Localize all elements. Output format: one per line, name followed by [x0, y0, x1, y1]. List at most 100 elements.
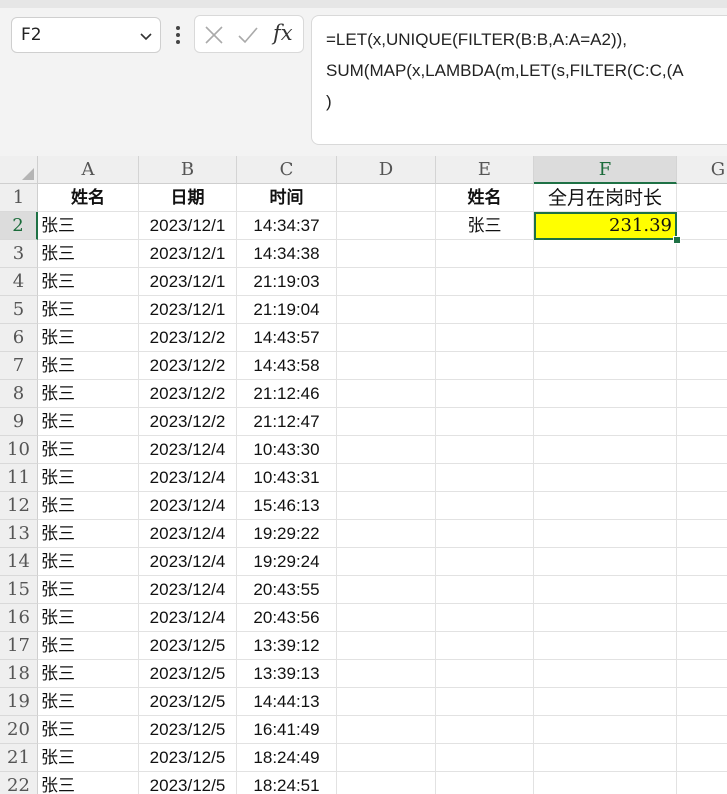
cell[interactable] [677, 240, 727, 268]
row-header-12[interactable]: 12 [0, 492, 38, 520]
cell[interactable] [534, 520, 677, 548]
date-cell[interactable]: 2023/12/4 [139, 548, 237, 576]
cell[interactable] [436, 632, 534, 660]
cell[interactable] [534, 296, 677, 324]
row-header-14[interactable]: 14 [0, 548, 38, 576]
date-cell[interactable]: 2023/12/4 [139, 604, 237, 632]
cell[interactable] [436, 324, 534, 352]
row-header-8[interactable]: 8 [0, 380, 38, 408]
cell[interactable] [337, 464, 436, 492]
cell[interactable] [436, 268, 534, 296]
row-header-1[interactable]: 1 [0, 184, 38, 212]
cell[interactable] [436, 716, 534, 744]
time-cell[interactable]: 18:24:51 [237, 772, 337, 794]
column-header-f[interactable]: F [534, 156, 677, 184]
name-cell[interactable]: 张三 [38, 408, 139, 436]
date-cell[interactable]: 2023/12/5 [139, 772, 237, 794]
cell[interactable] [337, 268, 436, 296]
time-cell[interactable]: 20:43:56 [237, 604, 337, 632]
fill-handle[interactable] [673, 236, 681, 244]
time-cell[interactable]: 10:43:30 [237, 436, 337, 464]
row-header-10[interactable]: 10 [0, 436, 38, 464]
time-cell[interactable]: 14:34:37 [237, 212, 337, 240]
cell[interactable] [534, 408, 677, 436]
cell[interactable] [337, 520, 436, 548]
cell[interactable] [677, 744, 727, 772]
cell[interactable] [677, 408, 727, 436]
time-cell[interactable]: 14:43:57 [237, 324, 337, 352]
time-cell[interactable]: 13:39:13 [237, 660, 337, 688]
name-cell[interactable]: 张三 [38, 716, 139, 744]
cell[interactable] [534, 772, 677, 794]
cell[interactable] [677, 464, 727, 492]
cell[interactable] [337, 576, 436, 604]
date-cell[interactable]: 2023/12/5 [139, 632, 237, 660]
time-cell[interactable]: 14:43:58 [237, 352, 337, 380]
date-cell[interactable]: 2023/12/1 [139, 268, 237, 296]
summary-header-total-cell[interactable]: 全月在岗时长 [534, 184, 677, 212]
cell[interactable] [534, 324, 677, 352]
time-cell[interactable]: 21:19:04 [237, 296, 337, 324]
cell[interactable] [534, 688, 677, 716]
row-header-17[interactable]: 17 [0, 632, 38, 660]
cell[interactable] [436, 408, 534, 436]
cell[interactable] [677, 212, 727, 240]
cell[interactable] [436, 604, 534, 632]
name-cell[interactable]: 张三 [38, 296, 139, 324]
cell[interactable] [534, 240, 677, 268]
name-cell[interactable]: 张三 [38, 268, 139, 296]
cell[interactable] [436, 352, 534, 380]
enter-check-icon[interactable] [237, 25, 259, 45]
cell[interactable] [677, 604, 727, 632]
name-cell[interactable]: 张三 [38, 212, 139, 240]
column-header-a[interactable]: A [38, 156, 139, 184]
row-header-21[interactable]: 21 [0, 744, 38, 772]
cell[interactable] [337, 408, 436, 436]
cell[interactable] [677, 716, 727, 744]
row-header-19[interactable]: 19 [0, 688, 38, 716]
cell[interactable] [677, 688, 727, 716]
cell[interactable] [677, 268, 727, 296]
header-date-cell[interactable]: 日期 [139, 184, 237, 212]
cell[interactable] [337, 660, 436, 688]
time-cell[interactable]: 20:43:55 [237, 576, 337, 604]
time-cell[interactable]: 15:46:13 [237, 492, 337, 520]
cell[interactable] [677, 380, 727, 408]
date-cell[interactable]: 2023/12/2 [139, 380, 237, 408]
row-header-15[interactable]: 15 [0, 576, 38, 604]
cell[interactable] [436, 492, 534, 520]
cell[interactable] [436, 436, 534, 464]
cell[interactable] [337, 296, 436, 324]
row-header-6[interactable]: 6 [0, 324, 38, 352]
cell[interactable] [677, 492, 727, 520]
cell[interactable] [534, 352, 677, 380]
cell[interactable] [534, 436, 677, 464]
cell[interactable] [677, 352, 727, 380]
cell[interactable] [677, 632, 727, 660]
cell[interactable] [337, 548, 436, 576]
time-cell[interactable]: 19:29:22 [237, 520, 337, 548]
cell[interactable] [436, 520, 534, 548]
row-header-13[interactable]: 13 [0, 520, 38, 548]
cell[interactable] [436, 688, 534, 716]
cell[interactable] [534, 604, 677, 632]
row-header-20[interactable]: 20 [0, 716, 38, 744]
cell[interactable] [534, 464, 677, 492]
summary-header-name-cell[interactable]: 姓名 [436, 184, 534, 212]
time-cell[interactable]: 14:34:38 [237, 240, 337, 268]
cell[interactable] [436, 660, 534, 688]
name-cell[interactable]: 张三 [38, 324, 139, 352]
name-cell[interactable]: 张三 [38, 436, 139, 464]
column-header-b[interactable]: B [139, 156, 237, 184]
summary-name-cell[interactable]: 张三 [436, 212, 534, 240]
cell[interactable] [337, 688, 436, 716]
time-cell[interactable]: 16:41:49 [237, 716, 337, 744]
cell[interactable] [337, 324, 436, 352]
insert-function-icon[interactable]: fx [273, 21, 293, 45]
name-cell[interactable]: 张三 [38, 688, 139, 716]
time-cell[interactable]: 10:43:31 [237, 464, 337, 492]
cell[interactable] [337, 380, 436, 408]
date-cell[interactable]: 2023/12/4 [139, 464, 237, 492]
name-cell[interactable]: 张三 [38, 492, 139, 520]
cell[interactable] [677, 324, 727, 352]
